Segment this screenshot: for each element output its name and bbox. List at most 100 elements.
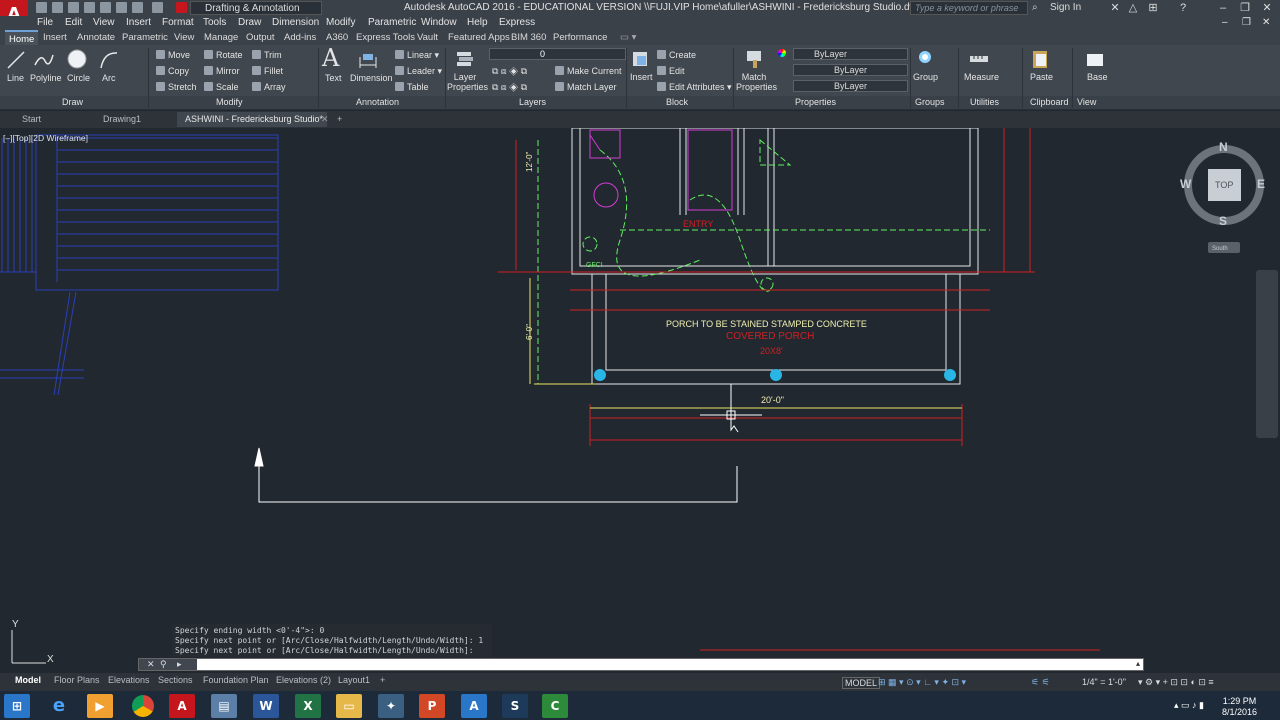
undo-icon[interactable] [132,2,143,13]
create-block-button[interactable]: Create [657,50,696,60]
tab-annotate[interactable]: Annotate [77,32,115,43]
excel-icon[interactable]: X [295,694,321,718]
tab-manage[interactable]: Manage [204,32,238,43]
panel-groups[interactable]: Groups [915,97,945,107]
measure-button[interactable]: Measure [964,72,999,82]
panel-layers[interactable]: Layers [519,97,546,107]
taskbar-clock[interactable]: 1:29 PM 8/1/2016 [1222,696,1257,718]
menu-modify[interactable]: Modify [326,17,355,28]
layer-tools-row1[interactable]: ⧉ ⧈ ◈ ⧉ [492,66,527,77]
move-button[interactable]: Move [156,50,190,60]
cart-icon[interactable]: ⊞ [1146,1,1160,15]
start-button[interactable]: ⊞ [4,694,30,718]
status-tools[interactable]: ⊞ ▦ ▾ ⊙ ▾ ∟ ▾ ✦ ⊡ ▾ [878,677,966,688]
stretch-button[interactable]: Stretch [156,82,197,92]
tab-vault[interactable]: Vault [417,32,438,43]
layout-tab-layout1[interactable]: Layout1 [338,675,370,685]
arc-icon[interactable] [98,49,120,71]
line-button[interactable]: Line [7,73,24,83]
tab-a360[interactable]: A360 [326,32,348,43]
panel-draw[interactable]: Draw [62,97,83,107]
help-icon[interactable]: ? [1176,1,1190,15]
layout-tab-foundation-plan[interactable]: Foundation Plan [203,675,269,685]
tab-performance[interactable]: Performance [553,32,607,43]
insert-block-icon[interactable] [629,48,651,70]
menu-tools[interactable]: Tools [203,17,226,28]
polyline-button[interactable]: Polyline [30,73,62,83]
command-recent-icon[interactable]: ▸ [177,659,182,670]
annotation-tools[interactable]: ⚟ ⚟ [1031,677,1050,688]
doc-close-icon[interactable]: ✕ [1262,17,1270,28]
tab-featured-apps[interactable]: Featured Apps [448,32,510,43]
match-properties-icon[interactable] [744,48,766,70]
status-tray[interactable]: ▾ ⚙ ▾ + ⊡ ⊡ ◐ ⊡ ≡ [1138,677,1214,688]
annotation-scale[interactable]: 1/4" = 1'-0" [1082,677,1126,687]
viewcube-west[interactable]: W [1180,177,1191,191]
system-tray-icons[interactable]: ▴ ▭ ♪ ▮ [1174,700,1204,711]
insert-button[interactable]: Insert [630,72,653,82]
chrome-icon[interactable] [132,695,154,717]
panel-modify[interactable]: Modify [216,97,243,107]
open-icon[interactable] [52,2,63,13]
minimize-icon[interactable]: – [1216,1,1230,15]
scale-button[interactable]: Scale [204,82,239,92]
navigation-bar[interactable] [1256,270,1278,438]
base-button[interactable]: Base [1087,72,1108,82]
explorer-doc-icon[interactable]: ▤ [211,694,237,718]
tab-parametric[interactable]: Parametric [122,32,168,43]
layout-tab-sections[interactable]: Sections [158,675,193,685]
binoculars-icon[interactable]: ⌕ [1032,2,1038,13]
trim-button[interactable]: Trim [252,50,282,60]
file-tab-start[interactable]: Start [14,112,49,127]
tab-output[interactable]: Output [246,32,275,43]
circle-button[interactable]: Circle [67,73,90,83]
web-mobile-icon[interactable] [100,2,111,13]
viewcube-south[interactable]: S [1219,214,1227,228]
new-icon[interactable] [36,2,47,13]
menu-insert[interactable]: Insert [126,17,151,28]
lineweight-dropdown[interactable]: ByLayer [793,80,908,92]
redo-icon[interactable] [152,2,163,13]
save-as-icon[interactable] [84,2,95,13]
paste-icon[interactable] [1029,48,1051,70]
autocad-icon[interactable]: A [169,694,195,718]
ribbon-toggle-icon[interactable]: ▭ ▾ [620,32,636,43]
maximize-icon[interactable]: ❐ [1238,1,1252,15]
a360-icon[interactable]: △ [1126,1,1140,15]
viewcube-north[interactable]: N [1219,140,1228,154]
paste-button[interactable]: Paste [1030,72,1053,82]
menu-dimension[interactable]: Dimension [272,17,319,28]
menu-draw[interactable]: Draw [238,17,261,28]
word-icon[interactable]: W [253,694,279,718]
panel-utilities[interactable]: Utilities [970,97,999,107]
workspace-dropdown[interactable]: Drafting & Annotation [190,1,322,15]
command-input[interactable] [199,659,1129,669]
tab-add-ins[interactable]: Add-ins [284,32,316,43]
layer-dropdown[interactable]: 0 [489,48,626,60]
panel-annotation[interactable]: Annotation [356,97,399,107]
color-dropdown[interactable]: ByLayer [793,48,908,60]
group-button[interactable]: Group [913,72,938,82]
command-close-icon[interactable]: ✕ [147,659,155,670]
powerpoint-icon[interactable]: P [419,694,445,718]
close-icon[interactable]: ✕ [1260,1,1274,15]
menu-format[interactable]: Format [162,17,194,28]
make-current-button[interactable]: Make Current [555,66,622,76]
layer-tools-row2[interactable]: ⧉ ⧈ ◈ ⧉ [492,82,527,93]
model-space-toggle[interactable]: MODEL [842,677,881,689]
sign-in-button[interactable]: Sign In [1050,2,1081,13]
mirror-button[interactable]: Mirror [204,66,240,76]
linear-dropdown[interactable]: Linear ▾ [395,50,439,61]
dimension-button[interactable]: Dimension [350,73,393,83]
doc-restore-icon[interactable]: ❐ [1242,17,1251,28]
layout-tab-floor-plans[interactable]: Floor Plans [54,675,100,685]
dimension-icon[interactable] [357,49,379,71]
layer-properties-button[interactable]: Layer Properties [447,72,488,92]
camtasia-icon[interactable]: C [542,694,568,718]
folder-icon[interactable]: ▭ [336,694,362,718]
panel-block[interactable]: Block [666,97,688,107]
layer-properties-icon[interactable] [454,48,476,70]
add-layout-icon[interactable]: + [380,675,385,685]
media-player-icon[interactable]: ▶ [87,694,113,718]
command-customize-icon[interactable]: ⚲ [160,659,167,670]
